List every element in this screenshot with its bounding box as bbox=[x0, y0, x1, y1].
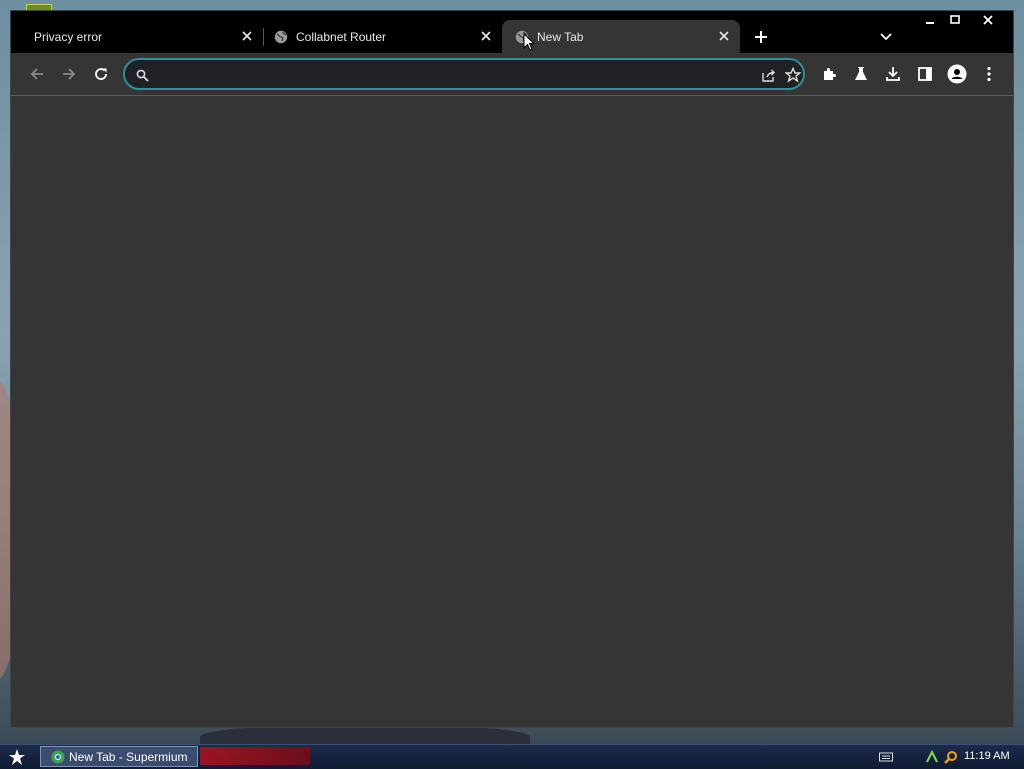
avatar-icon bbox=[947, 64, 967, 84]
star-icon bbox=[9, 749, 25, 765]
close-icon bbox=[983, 15, 993, 25]
page-content[interactable] bbox=[11, 96, 1013, 727]
plus-icon bbox=[755, 31, 767, 43]
tab-search-button[interactable] bbox=[877, 29, 895, 45]
arrow-right-icon bbox=[63, 68, 76, 80]
side-panel-icon bbox=[918, 67, 932, 81]
browser-icon bbox=[51, 750, 65, 763]
close-tab-icon[interactable] bbox=[239, 28, 255, 44]
search-tray-icon[interactable] bbox=[943, 749, 959, 765]
taskbar-window-title: New Tab - Supermium bbox=[69, 749, 188, 764]
bookmark-star-icon[interactable] bbox=[784, 66, 802, 84]
tab-title: New Tab bbox=[537, 29, 584, 44]
extensions-button[interactable] bbox=[817, 62, 841, 86]
arrow-left-icon bbox=[30, 68, 43, 80]
minimize-icon bbox=[926, 22, 934, 24]
reload-button[interactable] bbox=[89, 62, 113, 86]
taskbar-clock: 11:19 AM bbox=[964, 750, 1010, 762]
labs-button[interactable] bbox=[849, 62, 873, 86]
close-window-button[interactable] bbox=[973, 11, 1003, 29]
forward-button[interactable] bbox=[57, 62, 81, 86]
puzzle-icon bbox=[824, 68, 836, 80]
share-icon[interactable] bbox=[759, 66, 777, 84]
downloads-button[interactable] bbox=[881, 62, 905, 86]
download-icon bbox=[886, 67, 900, 81]
maximize-icon bbox=[950, 15, 960, 24]
reload-icon bbox=[95, 68, 107, 80]
more-vertical-icon bbox=[987, 66, 991, 82]
tab-new-tab[interactable]: New Tab bbox=[502, 20, 740, 53]
keyboard-icon[interactable] bbox=[878, 749, 894, 765]
taskbar-decoration bbox=[200, 747, 310, 765]
address-bar[interactable] bbox=[123, 58, 805, 90]
network-icon[interactable] bbox=[924, 749, 940, 765]
back-button[interactable] bbox=[25, 62, 49, 86]
flask-icon bbox=[855, 67, 867, 80]
close-tab-icon[interactable] bbox=[478, 28, 494, 44]
search-icon bbox=[133, 66, 151, 84]
chevron-down-icon bbox=[880, 33, 892, 41]
browser-toolbar bbox=[11, 53, 1013, 96]
tab-title: Privacy error bbox=[34, 29, 103, 44]
start-button[interactable] bbox=[4, 746, 30, 768]
tab-privacy-error[interactable]: Privacy error bbox=[23, 20, 263, 53]
tab-title: Collabnet Router bbox=[296, 29, 387, 44]
globe-icon bbox=[274, 30, 288, 44]
close-tab-icon[interactable] bbox=[716, 28, 732, 44]
menu-button[interactable] bbox=[977, 62, 1001, 86]
side-panel-button[interactable] bbox=[913, 62, 937, 86]
browser-window: Privacy error Collabnet Router New Tab bbox=[10, 10, 1014, 728]
taskbar-window-button[interactable]: New Tab - Supermium bbox=[40, 746, 198, 767]
maximize-button[interactable] bbox=[940, 11, 970, 29]
tab-strip: Privacy error Collabnet Router New Tab bbox=[11, 11, 1013, 53]
tab-collabnet-router[interactable]: Collabnet Router bbox=[264, 20, 502, 53]
address-input[interactable] bbox=[159, 65, 753, 85]
profile-button[interactable] bbox=[945, 62, 969, 86]
new-tab-button[interactable] bbox=[751, 27, 771, 47]
mouse-cursor-icon bbox=[523, 33, 535, 51]
taskbar: New Tab - Supermium 11:19 AM bbox=[0, 744, 1024, 769]
